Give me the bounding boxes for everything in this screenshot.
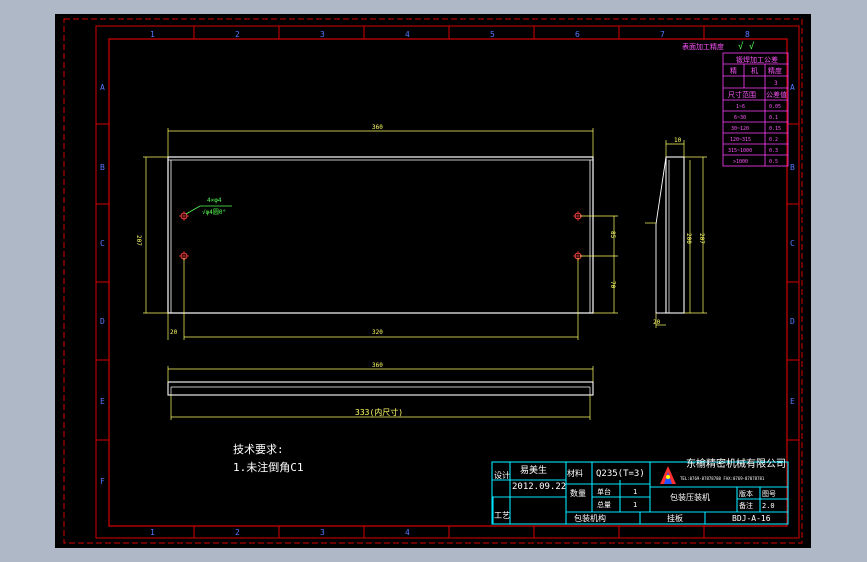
hole-note-line-2: √φ4圆0° — [202, 209, 226, 216]
tech-requirements-title: 技术要求: — [233, 443, 284, 456]
material-label: 材料 — [567, 468, 583, 478]
front-right-dim-2: 70 — [609, 281, 616, 289]
version-label-2: 备注 — [739, 501, 753, 510]
grid-row-c-right: C — [790, 239, 795, 248]
tolerance-row-range: 315~1000 — [728, 148, 752, 154]
grid-row-e-right: E — [790, 397, 795, 406]
grid-col-4: 4 — [405, 30, 410, 39]
grid-row-e: E — [100, 397, 105, 406]
tolerance-row-range: 6~30 — [734, 115, 746, 121]
grid-col-3-bottom: 3 — [320, 528, 325, 537]
material-value: Q235(T=3) — [596, 469, 645, 479]
front-height-dimension: 207 — [135, 235, 142, 246]
tolerance-col-size: 精度 — [768, 66, 782, 75]
tolerance-row-range: 120~315 — [730, 137, 751, 143]
designer-name: 易美生 — [520, 464, 547, 476]
grid-col-2-bottom: 2 — [235, 528, 240, 537]
surface-finish-title: 表面加工精度 — [682, 42, 724, 51]
surface-finish-symbols: √ √ — [738, 41, 755, 52]
tolerance-row-range: >1000 — [733, 159, 748, 165]
grid-row-b: B — [100, 163, 105, 172]
grid-col-1-bottom: 1 — [150, 528, 155, 537]
design-label: 设计 — [494, 470, 510, 480]
company-name: 东榆精密机械有限公司 — [686, 457, 786, 470]
tolerance-first-row-value: 3 — [774, 80, 778, 87]
hole-note-line-1: 4×φ4 — [207, 197, 222, 204]
process-label: 工艺 — [494, 511, 510, 520]
side-height-200-dimension: 200 — [685, 233, 692, 244]
tolerance-row-value: 0.15 — [769, 126, 781, 132]
grid-col-7: 7 — [660, 30, 665, 39]
unit-label: 单台 — [597, 487, 611, 496]
company-phone: TEL:0769-87878788 FAX:0769-87878781 — [680, 476, 765, 481]
drawing-no-value: 2.0 — [762, 502, 775, 510]
cad-drawing-canvas: 1 2 3 4 5 6 7 8 1 2 3 4 A B C D E F A B … — [55, 14, 811, 548]
tolerance-row-value: 0.5 — [769, 159, 778, 165]
grid-col-8: 8 — [745, 30, 750, 39]
part-name: 包装压装机 — [670, 492, 710, 502]
bottom-label: 挂板 — [667, 513, 683, 523]
total-value: 1 — [633, 501, 637, 509]
version-label: 版本 — [739, 489, 753, 498]
front-right-dim-1: 85 — [609, 231, 616, 239]
grid-row-a: A — [100, 83, 105, 92]
side-height-207-dimension: 207 — [698, 233, 705, 244]
design-date: 2012.09.22 — [512, 482, 566, 492]
grid-col-4-bottom: 4 — [405, 528, 410, 537]
grid-row-a-right: A — [790, 83, 795, 92]
grid-row-c: C — [100, 239, 105, 248]
tolerance-row-header-label: 尺寸范围 — [728, 90, 756, 99]
front-hole-spacing-dimension: 320 — [372, 329, 383, 336]
tolerance-row-range: 1~6 — [736, 104, 745, 110]
tolerance-col-precision-2: 机 — [751, 66, 758, 75]
grid-col-6: 6 — [575, 30, 580, 39]
tech-requirement-item-1: 1.未注倒角C1 — [233, 460, 304, 474]
side-top-dimension: 10 — [674, 137, 682, 144]
assembly-name: 包装机构 — [574, 513, 606, 523]
grid-col-1: 1 — [150, 30, 155, 39]
tolerance-row-value: 0.2 — [769, 137, 778, 143]
front-hole-offset-dimension: 20 — [170, 329, 178, 336]
tolerance-row-value: 0.05 — [769, 104, 781, 110]
front-width-dimension: 360 — [372, 124, 383, 131]
grid-row-d-right: D — [790, 317, 795, 326]
drawing-no-label: 图号 — [762, 490, 776, 498]
tolerance-table-title: 锻焊加工公差 — [736, 55, 778, 64]
grid-col-3: 3 — [320, 30, 325, 39]
bottom-inner-dimension: 333(内尺寸) — [355, 407, 403, 417]
tolerance-row-value: 0.1 — [769, 115, 778, 121]
drawing-number: BDJ-A-16 — [732, 514, 771, 523]
grid-col-2: 2 — [235, 30, 240, 39]
tolerance-row-value: 0.3 — [769, 148, 778, 154]
grid-row-f: F — [100, 477, 105, 486]
tolerance-row-range: 30~120 — [731, 126, 749, 132]
grid-col-5: 5 — [490, 30, 495, 39]
tolerance-col-precision-1: 精 — [730, 66, 737, 75]
total-label: 总量 — [597, 500, 611, 509]
grid-row-d: D — [100, 317, 105, 326]
side-bottom-dimension: 20 — [653, 319, 661, 326]
tolerance-row-header-value: 公差值 — [766, 90, 787, 99]
unit-value: 1 — [633, 488, 637, 496]
quantity-label: 数量 — [570, 488, 586, 498]
grid-row-b-right: B — [790, 163, 795, 172]
bottom-width-dimension: 360 — [372, 362, 383, 369]
